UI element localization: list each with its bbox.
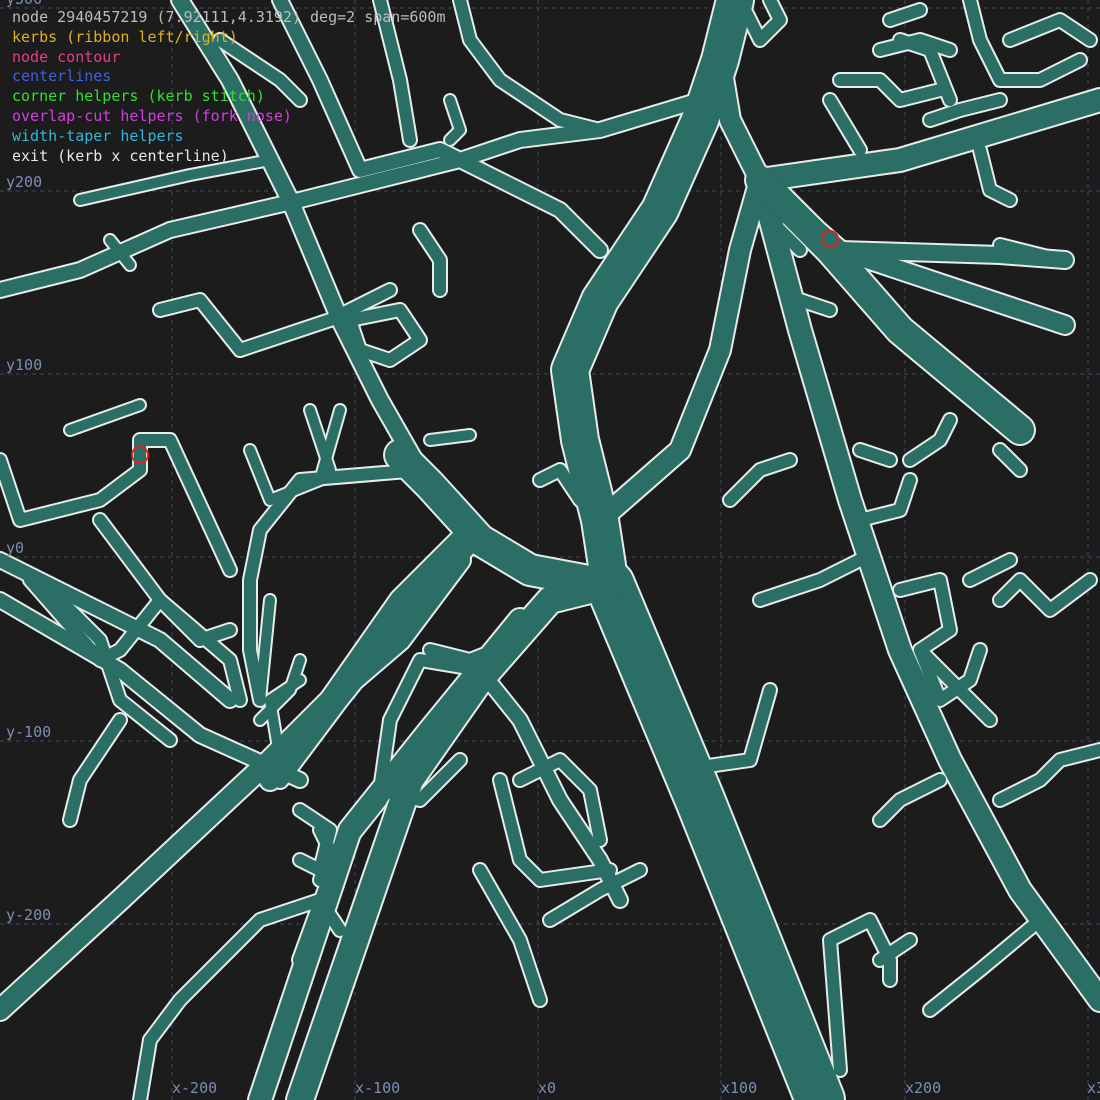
road-segment xyxy=(414,224,446,296)
x-tick-label: x300 xyxy=(1087,1079,1100,1097)
road-segment xyxy=(994,444,1026,476)
road-segment xyxy=(834,74,946,106)
x-tick-label: x200 xyxy=(905,1079,941,1097)
x-tick-label: x-200 xyxy=(172,1079,217,1097)
map-viewport[interactable]: x-200 x-100 x0 x100 x200 x300 y300 y200 … xyxy=(0,0,1100,1100)
legend-item-corner-helpers: corner helpers (kerb stitch) xyxy=(12,87,265,106)
node-info-label: node 2940457219 (7.92111,4.3192) deg=2 s… xyxy=(12,8,446,26)
y-tick-label: y0 xyxy=(6,539,24,557)
road-segment xyxy=(65,400,145,435)
road-segment xyxy=(854,474,916,526)
debug-legend: node 2940457219 (7.92111,4.3192) deg=2 s… xyxy=(12,8,445,166)
road-segment xyxy=(586,561,844,1100)
road-segment xyxy=(425,430,475,445)
legend-item-width-taper-helpers: width-taper helpers xyxy=(12,126,184,145)
legend-item-exit: exit (kerb x centerline) xyxy=(12,146,229,165)
road-segment xyxy=(824,94,866,156)
road-segment xyxy=(552,0,753,603)
road-segment xyxy=(924,914,1046,1016)
road-segment xyxy=(344,304,426,366)
road-segment xyxy=(754,554,866,606)
road-segment xyxy=(994,744,1100,806)
x-tick-label: x100 xyxy=(721,1079,757,1097)
y-tick-label: y-100 xyxy=(6,723,51,741)
x-tick-label: x-100 xyxy=(355,1079,400,1097)
y-tick-label: y300 xyxy=(6,0,42,8)
x-tick-label: x0 xyxy=(538,1079,556,1097)
legend-item-kerbs: kerbs (ribbon left/right) xyxy=(12,27,238,46)
road-segment xyxy=(244,464,426,706)
y-tick-label: y200 xyxy=(6,173,42,191)
y-tick-label: y-200 xyxy=(6,906,51,924)
y-tick-label: y100 xyxy=(6,356,42,374)
legend-item-centerlines: centerlines xyxy=(12,67,112,86)
road-kerb xyxy=(452,0,608,138)
legend-item-overlap-cut-helpers: overlap-cut helpers (fork nose) xyxy=(12,106,292,125)
legend-item-node-contour: node contour xyxy=(12,47,121,66)
